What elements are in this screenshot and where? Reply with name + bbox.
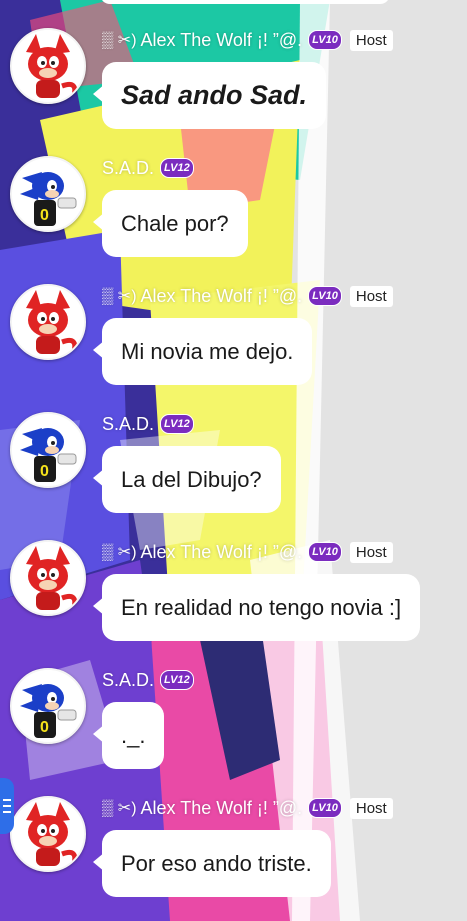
host-badge: Host <box>349 285 393 307</box>
message-text: Sad ando Sad. <box>121 80 308 110</box>
author-name[interactable]: Alex The Wolf ¡! ”@. <box>141 286 303 307</box>
author-name[interactable]: S.A.D. <box>102 158 154 179</box>
message-text: Mi novia me dejo. <box>121 338 294 364</box>
message-header: ▒ ✂︎) Alex The Wolf ¡! ”@. LV10 Host <box>102 795 393 821</box>
message-header: ▒ ✂︎) Alex The Wolf ¡! ”@. LV10 Host <box>102 283 393 309</box>
level-badge: LV12 <box>160 670 194 690</box>
svg-text:0: 0 <box>40 719 49 736</box>
svg-text:0: 0 <box>40 463 49 480</box>
wolf-avatar[interactable] <box>10 796 86 872</box>
level-badge: LV10 <box>308 286 342 306</box>
host-badge: Host <box>349 29 393 51</box>
level-badge: LV10 <box>308 798 342 818</box>
name-decoration: ▒ ✂︎) <box>102 288 137 305</box>
host-badge: Host <box>349 797 393 819</box>
svg-text:0: 0 <box>40 207 49 224</box>
level-badge: LV12 <box>160 158 194 178</box>
sonic-avatar[interactable]: 0 <box>10 412 86 488</box>
sonic-avatar[interactable]: 0 <box>10 156 86 232</box>
author-name[interactable]: Alex The Wolf ¡! ”@. <box>141 30 303 51</box>
message-bubble[interactable]: Sad ando Sad. <box>92 62 327 129</box>
message-header: S.A.D. LV12 <box>102 155 194 181</box>
message-header: ▒ ✂︎) Alex The Wolf ¡! ”@. LV10 Host <box>102 539 393 565</box>
message-bubble[interactable]: La del Dibujo? <box>93 446 281 513</box>
wolf-avatar[interactable] <box>10 540 86 616</box>
message-header: S.A.D. LV12 <box>102 411 194 437</box>
sonic-avatar[interactable]: 0 <box>10 668 86 744</box>
message-header: ▒ ✂︎) Alex The Wolf ¡! ”@. LV10 Host <box>102 27 393 53</box>
name-decoration: ▒ ✂︎) <box>102 544 137 561</box>
name-decoration: ▒ ✂︎) <box>102 32 137 49</box>
author-name[interactable]: S.A.D. <box>102 670 154 691</box>
level-badge: LV10 <box>308 542 342 562</box>
host-badge: Host <box>349 541 393 563</box>
message-bubble[interactable]: En realidad no tengo novia :] <box>92 574 421 641</box>
message-text: En realidad no tengo novia :] <box>121 594 402 620</box>
previous-message-bubble <box>100 0 390 4</box>
message-text: ._. <box>121 722 146 748</box>
message-bubble[interactable]: ._. <box>92 702 165 769</box>
level-badge: LV10 <box>308 30 342 50</box>
level-badge: LV12 <box>160 414 194 434</box>
message-bubble[interactable]: Chale por? <box>93 190 248 257</box>
author-name[interactable]: Alex The Wolf ¡! ”@. <box>141 798 303 819</box>
message-text: Chale por? <box>121 210 229 236</box>
wolf-avatar[interactable] <box>10 28 86 104</box>
message-header: S.A.D. LV12 <box>102 667 194 693</box>
menu-icon[interactable] <box>0 778 14 834</box>
author-name[interactable]: S.A.D. <box>102 414 154 435</box>
message-bubble[interactable]: Mi novia me dejo. <box>92 318 313 385</box>
message-text: La del Dibujo? <box>121 466 262 492</box>
author-name[interactable]: Alex The Wolf ¡! ”@. <box>141 542 303 563</box>
message-bubble[interactable]: Por eso ando triste. <box>93 830 331 897</box>
name-decoration: ▒ ✂︎) <box>102 800 137 817</box>
message-text: Por eso ando triste. <box>121 850 312 876</box>
wolf-avatar[interactable] <box>10 284 86 360</box>
